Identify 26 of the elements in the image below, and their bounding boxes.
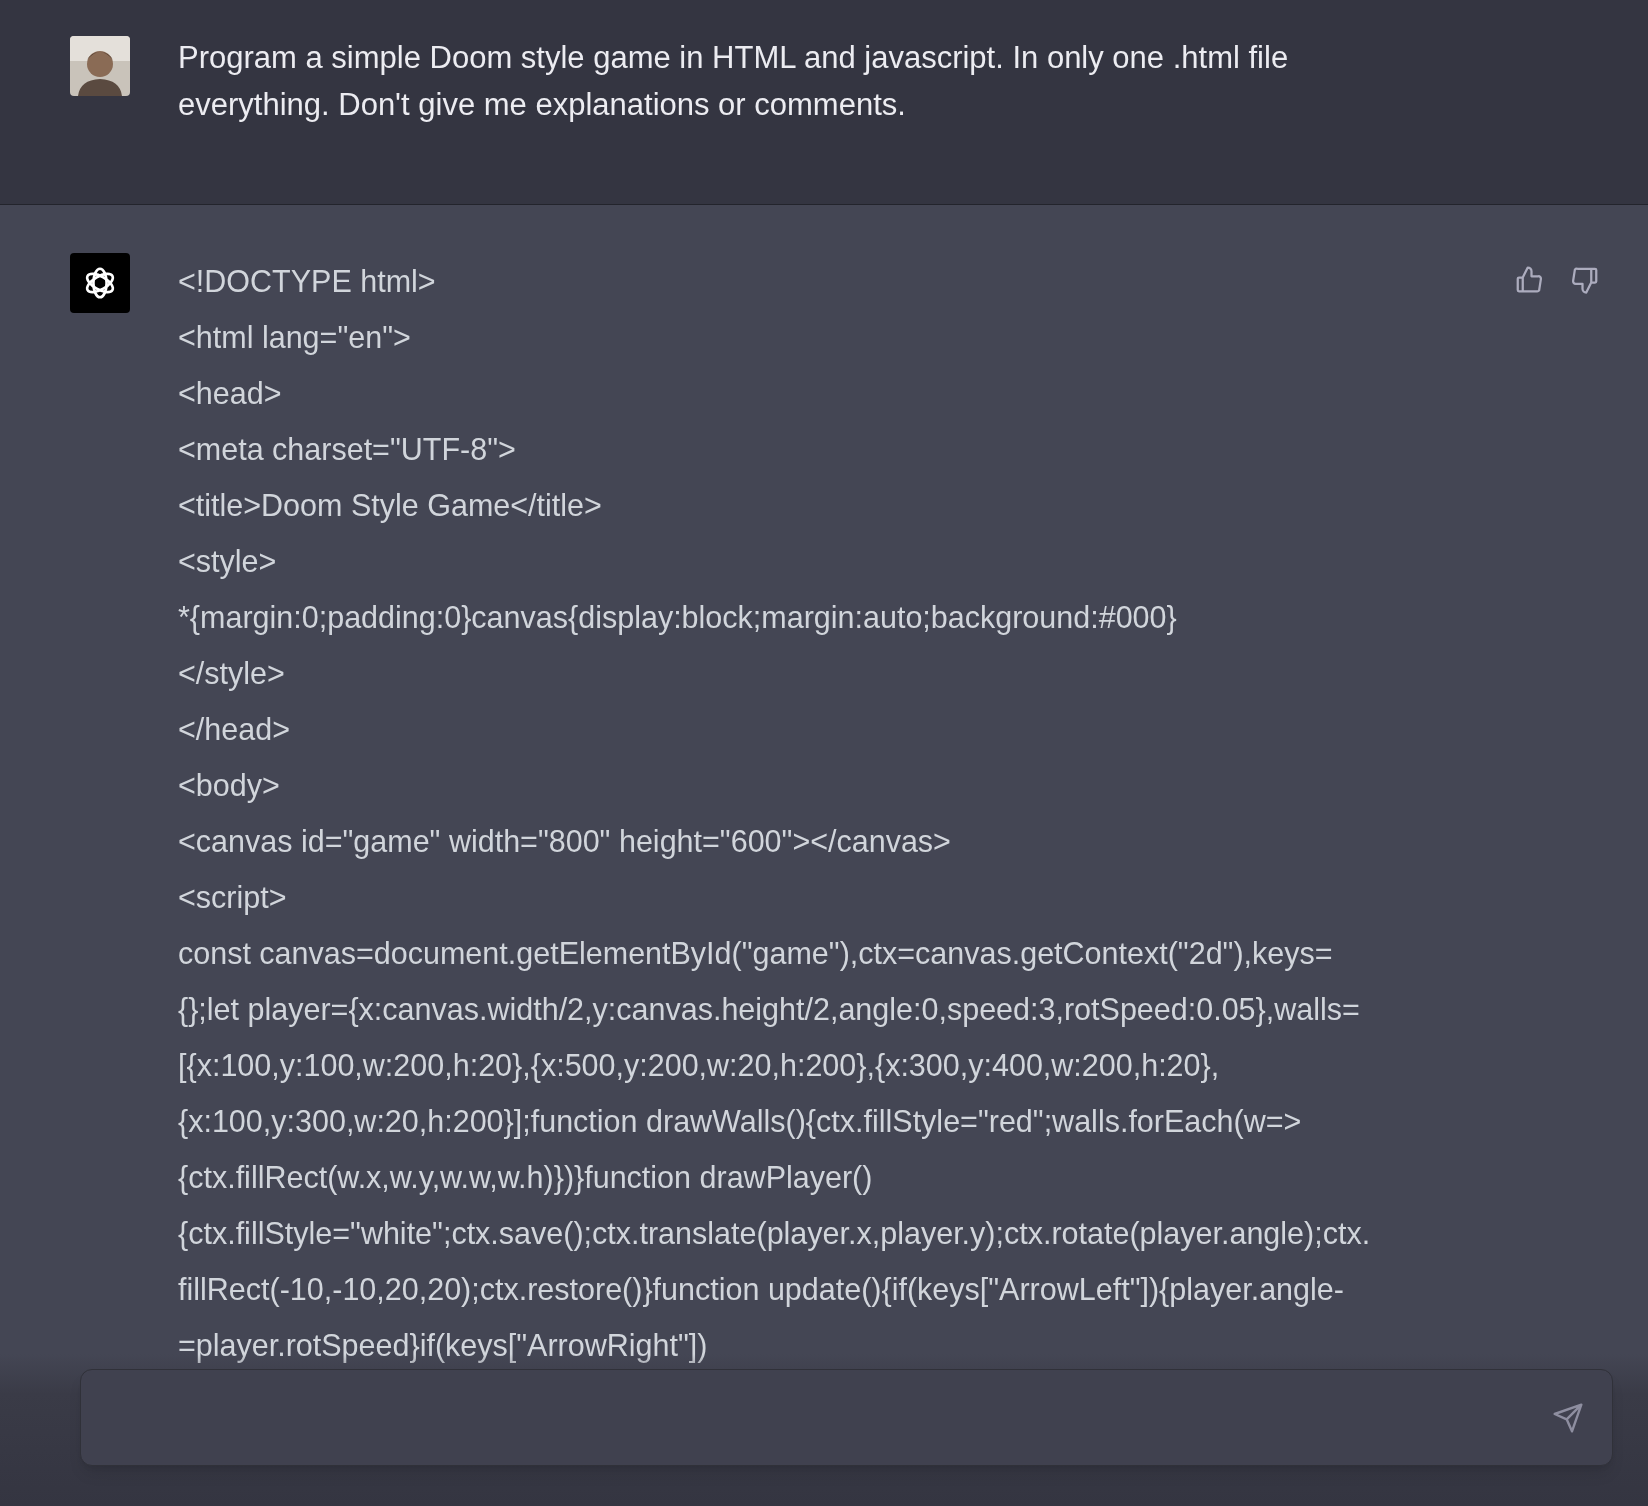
code-line: </head> bbox=[178, 711, 291, 748]
code-line: <title>Doom Style Game</title> bbox=[178, 487, 603, 525]
thumbs-down-icon[interactable] bbox=[1570, 265, 1600, 295]
send-icon[interactable] bbox=[1552, 1401, 1584, 1434]
user-message: Program a simple Doom style game in HTML and javascript. In only one .html file everything. Don't give me explanations or comments. bbox=[178, 39, 1290, 124]
code-line: <head> bbox=[178, 375, 283, 412]
code-line: {};let player={x:canvas.width/2,y:canvas.height/2,angle:0,speed:3,rotSpeed:0.05},walls= bbox=[178, 991, 1361, 1029]
code-line: =player.rotSpeed}if(keys["ArrowRight"]) bbox=[178, 1327, 709, 1365]
code-line: <!DOCTYPE html> bbox=[178, 263, 437, 300]
assistant-logo-icon bbox=[70, 253, 130, 313]
thumbs-up-icon[interactable] bbox=[1514, 265, 1544, 295]
code-line: <canvas id="game" width="800" height="600"></canvas> bbox=[178, 823, 952, 861]
message-input[interactable] bbox=[80, 1369, 1613, 1466]
code-line: <script> bbox=[178, 879, 288, 917]
code-line: [{x:100,y:100,w:200,h:20},{x:500,y:200,w:20,h:200},{x:300,y:400,w:200,h:20}, bbox=[178, 1047, 1221, 1085]
code-line: </style> bbox=[178, 655, 286, 693]
code-line: <meta charset="UTF-8"> bbox=[178, 431, 517, 468]
code-line: {x:100,y:300,w:20,h:200}];function drawWalls(){ctx.fillStyle="red";walls.forEach(w=> bbox=[178, 1103, 1303, 1141]
code-line: fillRect(-10,-10,20,20);ctx.restore()}function update(){if(keys["ArrowLeft"]){player.angle- bbox=[178, 1271, 1345, 1309]
code-line: *{margin:0;padding:0}canvas{display:block;margin:auto;background:#000} bbox=[178, 599, 1178, 637]
code-line: <html lang="en"> bbox=[178, 319, 412, 357]
code-line: const canvas=document.getElementById("game"),ctx=canvas.getContext("2d"),keys= bbox=[178, 935, 1334, 973]
code-line: <style> bbox=[178, 543, 278, 581]
code-line: <body> bbox=[178, 767, 281, 805]
code-line: {ctx.fillStyle="white";ctx.save();ctx.translate(player.x,player.y);ctx.rotate(player.angle);ctx. bbox=[178, 1215, 1371, 1253]
code-line: {ctx.fillRect(w.x,w.y,w.w,w.h)})}function drawPlayer() bbox=[178, 1159, 874, 1197]
